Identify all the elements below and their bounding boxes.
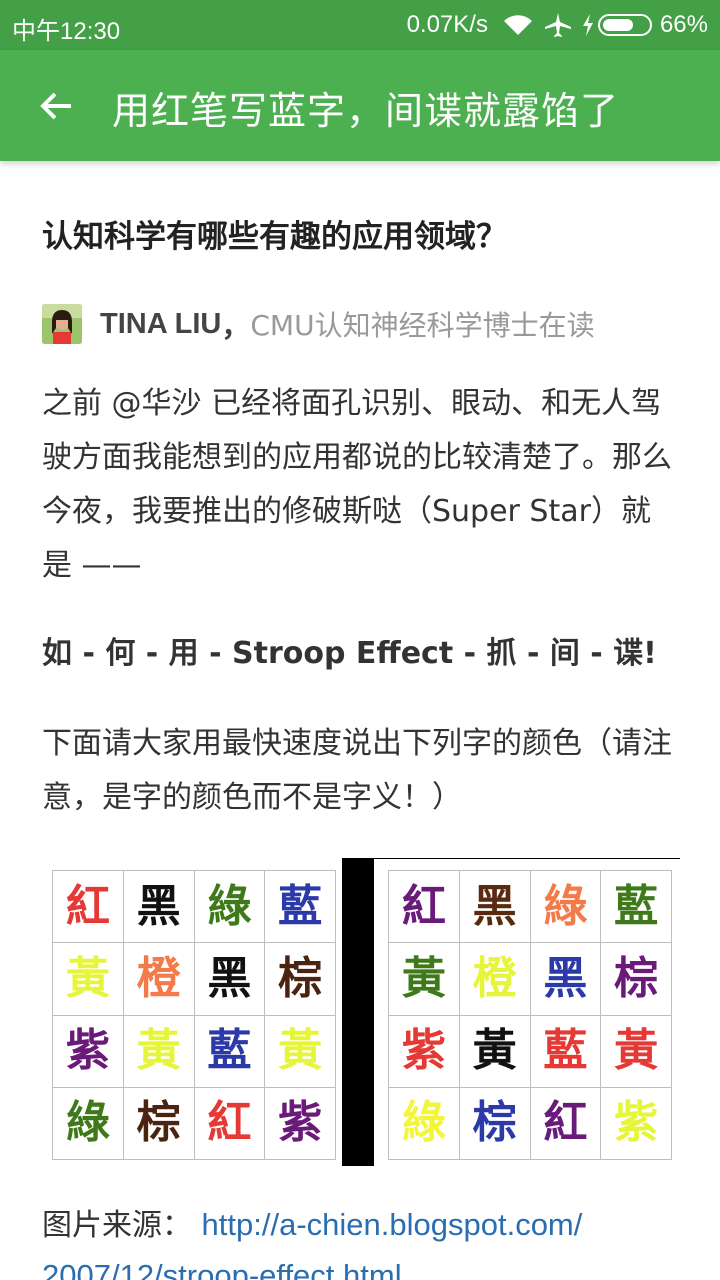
stroop-cell: 黃 xyxy=(388,942,460,1016)
image-source: 图片来源： http://a-chien.blogspot.com/ 2007/… xyxy=(42,1200,702,1280)
paragraph-bold: 如 - 何 - 用 - Stroop Effect - 抓 - 间 - 谍! xyxy=(42,636,657,671)
stroop-row: 紅黑綠藍 xyxy=(52,869,336,944)
stroop-cell: 紅 xyxy=(388,869,460,944)
stroop-row: 紫黃藍黃 xyxy=(52,1014,336,1088)
battery-percent: 66% xyxy=(659,11,708,38)
wifi-icon xyxy=(502,13,534,37)
source-link[interactable]: http://a-chien.blogspot.com/ xyxy=(202,1207,583,1242)
image-divider xyxy=(342,858,374,1166)
stroop-cell: 紅 xyxy=(193,1086,266,1161)
stroop-cell: 黑 xyxy=(458,869,531,944)
arrow-left-icon[interactable] xyxy=(28,80,84,132)
question-title[interactable]: 认知科学有哪些有趣的应用领域？ xyxy=(42,211,507,256)
status-bar: 中午12:30 0.07K/s 66% xyxy=(0,0,720,50)
stroop-cell: 紫 xyxy=(600,1086,672,1161)
stroop-cell: 紫 xyxy=(388,1014,460,1088)
stroop-cell: 黃 xyxy=(264,1014,336,1088)
charging-icon xyxy=(582,14,594,36)
stroop-cell: 藍 xyxy=(193,1014,266,1088)
stroop-grid-left: 紅黑綠藍黃橙黑棕紫黃藍黃綠棕紅紫 xyxy=(52,869,336,1161)
stroop-row: 綠棕紅紫 xyxy=(52,1086,336,1161)
source-link-cont[interactable]: 2007/12/stroop-effect.html xyxy=(42,1258,402,1280)
stroop-row: 黃橙黑棕 xyxy=(388,942,672,1016)
stroop-cell: 棕 xyxy=(600,942,672,1016)
stroop-cell: 棕 xyxy=(122,1086,195,1161)
paragraph: 之前 @华沙 已经将面孔识别、眼动、和无人驾驶方面我能想到的应用都说的比较清楚了… xyxy=(42,386,672,583)
stroop-row: 紫黃藍黃 xyxy=(388,1014,672,1088)
network-speed: 0.07K/s xyxy=(406,11,488,38)
stroop-cell: 紅 xyxy=(529,1086,602,1161)
battery-icon xyxy=(597,14,652,36)
stroop-image[interactable]: 紅黑綠藍黃橙黑棕紫黃藍黃綠棕紅紫 紅黑綠藍黃橙黑棕紫黃藍黃綠棕紅紫 xyxy=(52,858,680,1168)
status-right: 0.07K/s 66% xyxy=(407,11,708,39)
author-separator: ， xyxy=(221,309,251,343)
stroop-cell: 藍 xyxy=(529,1014,602,1088)
stroop-row: 黃橙黑棕 xyxy=(52,942,336,1016)
stroop-cell: 黑 xyxy=(529,942,602,1016)
app-bar: 用红笔写蓝字，间谍就露馅了 xyxy=(0,50,720,161)
stroop-cell: 黃 xyxy=(122,1014,195,1088)
status-time: 中午12:30 xyxy=(12,18,121,45)
stroop-cell: 綠 xyxy=(529,869,602,944)
stroop-cell: 棕 xyxy=(264,942,336,1016)
stroop-cell: 橙 xyxy=(458,942,531,1016)
source-label: 图片来源： xyxy=(42,1208,192,1243)
stroop-cell: 綠 xyxy=(388,1086,460,1161)
paragraph: 下面请大家用最快速度说出下列字的颜色（请注意，是字的颜色而不是字义！） xyxy=(42,726,672,815)
avatar[interactable] xyxy=(42,304,82,344)
stroop-cell: 綠 xyxy=(52,1086,124,1161)
stroop-cell: 黑 xyxy=(193,942,266,1016)
stroop-cell: 橙 xyxy=(122,942,195,1016)
stroop-cell: 紫 xyxy=(52,1014,124,1088)
author-row[interactable]: TINA LIU ， CMU认知神经科学博士在读 xyxy=(42,303,595,345)
author-bio: CMU认知神经科学博士在读 xyxy=(250,309,595,342)
stroop-cell: 藍 xyxy=(264,869,336,944)
stroop-cell: 黃 xyxy=(52,942,124,1016)
stroop-cell: 紅 xyxy=(52,869,124,944)
stroop-cell: 黑 xyxy=(122,869,195,944)
stroop-grid-right: 紅黑綠藍黃橙黑棕紫黃藍黃綠棕紅紫 xyxy=(388,869,672,1161)
stroop-cell: 藍 xyxy=(600,869,672,944)
stroop-cell: 紫 xyxy=(264,1086,336,1161)
stroop-row: 紅黑綠藍 xyxy=(388,869,672,944)
stroop-row: 綠棕紅紫 xyxy=(388,1086,672,1161)
stroop-cell: 黃 xyxy=(458,1014,531,1088)
stroop-cell: 棕 xyxy=(458,1086,531,1161)
author-name[interactable]: TINA LIU xyxy=(100,308,221,341)
stroop-cell: 黃 xyxy=(600,1014,672,1088)
page-title: 用红笔写蓝字，间谍就露馅了 xyxy=(112,89,620,133)
airplane-icon xyxy=(544,12,572,38)
stroop-cell: 綠 xyxy=(193,869,266,944)
